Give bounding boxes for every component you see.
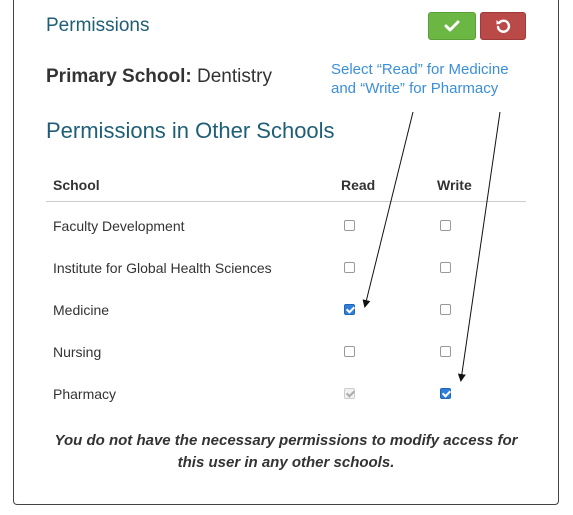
- write-checkbox[interactable]: [440, 346, 451, 357]
- read-checkbox[interactable]: [344, 220, 355, 231]
- school-name: Medicine: [53, 302, 110, 318]
- primary-school-value: Dentistry: [197, 66, 272, 87]
- school-name: Pharmacy: [53, 386, 117, 402]
- table-row: Institute for Global Health Sciences: [46, 248, 526, 290]
- checkmark-icon: [444, 20, 460, 32]
- read-checkbox[interactable]: [344, 304, 355, 315]
- cancel-button[interactable]: [480, 12, 526, 40]
- table-row: Pharmacy: [46, 374, 526, 416]
- write-checkbox[interactable]: [440, 220, 451, 231]
- write-checkbox[interactable]: [440, 262, 451, 273]
- save-button[interactable]: [428, 12, 476, 40]
- read-checkbox[interactable]: [344, 262, 355, 273]
- annotation-callout: Select “Read” for Medicine and “Write” f…: [331, 61, 509, 97]
- school-name: Nursing: [53, 344, 102, 360]
- column-header-write: Write: [437, 177, 472, 193]
- table-row: Faculty Development: [46, 206, 526, 248]
- write-checkbox[interactable]: [440, 304, 451, 315]
- read-checkbox[interactable]: [344, 346, 355, 357]
- table-row: Medicine: [46, 290, 526, 332]
- table-row: Nursing: [46, 332, 526, 374]
- primary-school-label: Primary School:: [46, 66, 192, 87]
- school-name: Institute for Global Health Sciences: [53, 260, 272, 276]
- page-title: Permissions: [46, 15, 150, 36]
- primary-school: Primary School: Dentistry: [46, 66, 272, 88]
- school-name: Faculty Development: [53, 218, 185, 234]
- table-header: School Read Write: [46, 166, 526, 202]
- column-header-school: School: [53, 177, 100, 193]
- column-header-read: Read: [341, 177, 376, 193]
- permission-notice: You do not have the necessary permission…: [54, 432, 518, 471]
- section-title: Permissions in Other Schools: [46, 118, 335, 143]
- read-checkbox: [344, 388, 355, 399]
- write-checkbox[interactable]: [440, 388, 451, 399]
- undo-icon: [496, 19, 511, 33]
